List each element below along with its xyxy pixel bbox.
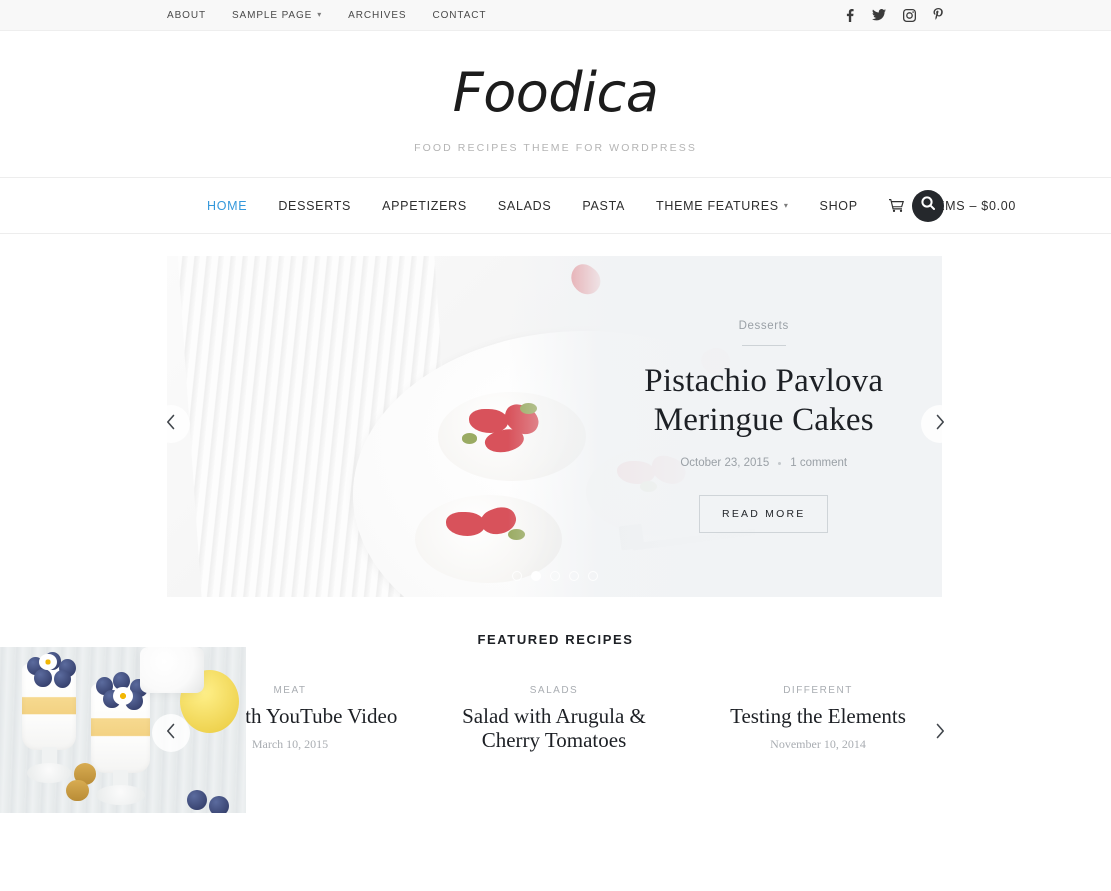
- topnav-item-sample-page[interactable]: SAMPLE PAGE ▾: [232, 10, 322, 21]
- recipe-title[interactable]: Salad with Arugula & Cherry Tomatoes: [431, 704, 677, 752]
- recipe-card[interactable]: SALADS Salad with Arugula & Cherry Tomat…: [0, 647, 677, 813]
- main-nav-list: HOME DESSERTS APPETIZERS SALADS PASTA TH…: [167, 199, 1016, 213]
- top-bar: ABOUT SAMPLE PAGE ▾ ARCHIVES CONTACT: [0, 0, 1111, 31]
- topnav-item-about[interactable]: ABOUT: [167, 10, 206, 21]
- instagram-icon[interactable]: [903, 8, 916, 22]
- recipe-category[interactable]: SALADS: [431, 685, 677, 696]
- chevron-down-icon: ▾: [783, 200, 789, 210]
- divider: [741, 344, 786, 346]
- site-tagline: FOOD RECIPES THEME FOR WORDPRESS: [414, 142, 697, 154]
- search-button[interactable]: [912, 189, 944, 222]
- nav-item-shop[interactable]: SHOP: [820, 199, 858, 213]
- chevron-down-icon: ▾: [317, 10, 323, 19]
- nav-label: THEME FEATURES: [656, 198, 779, 213]
- top-navigation: ABOUT SAMPLE PAGE ▾ ARCHIVES CONTACT: [167, 10, 486, 21]
- nav-label: SHOP: [819, 198, 858, 213]
- featured-recipes-heading: FEATURED RECIPES: [477, 632, 634, 647]
- slider-dot-4[interactable]: [568, 571, 579, 581]
- slider-dot-3[interactable]: [549, 571, 560, 581]
- nav-label: DESSERTS: [278, 198, 352, 213]
- recipe-image-testing-the-elements[interactable]: [0, 647, 246, 813]
- topnav-item-contact[interactable]: CONTACT: [433, 10, 487, 21]
- hero-slide: Desserts Pistachio Pavlova Meringue Cake…: [167, 256, 942, 597]
- nav-item-salads[interactable]: SALADS: [498, 199, 552, 213]
- nav-label: SALADS: [497, 198, 552, 213]
- read-more-button[interactable]: READ MORE: [699, 495, 829, 534]
- nav-item-appetizers[interactable]: APPETIZERS: [382, 199, 467, 213]
- nav-item-desserts[interactable]: DESSERTS: [278, 199, 351, 213]
- nav-item-pasta[interactable]: PASTA: [582, 199, 625, 213]
- recipe-date: November 10, 2014: [770, 737, 866, 752]
- site-branding: Foodica FOOD RECIPES THEME FOR WORDPRESS: [0, 31, 1111, 177]
- chevron-right-icon: [935, 723, 945, 744]
- slider-dot-2[interactable]: [530, 571, 541, 581]
- slider-dot-5[interactable]: [587, 571, 598, 581]
- recipe-title[interactable]: Testing the Elements: [695, 704, 941, 728]
- cart-link[interactable]: 0 ITEMS – $0.00: [888, 199, 1016, 213]
- featured-next-button[interactable]: [921, 714, 959, 752]
- slider-dot-1[interactable]: [511, 571, 522, 581]
- topnav-label: ARCHIVES: [348, 9, 407, 21]
- twitter-icon[interactable]: [872, 9, 886, 21]
- social-links: [844, 8, 944, 22]
- featured-prev-button[interactable]: [152, 714, 190, 752]
- hero-comment-count[interactable]: 1 comment: [790, 457, 847, 469]
- recipe-card[interactable]: DIFFERENT Testing the Elements November …: [0, 647, 941, 813]
- recipe-category[interactable]: DIFFERENT: [695, 685, 941, 696]
- hero-next-button[interactable]: [921, 405, 959, 443]
- meta-separator-dot: [778, 461, 782, 465]
- nav-label: HOME: [207, 198, 248, 213]
- site-logo[interactable]: Foodica: [453, 66, 659, 120]
- hero-meta: October 23, 2015 1 comment: [680, 457, 847, 469]
- chevron-left-icon: [166, 414, 176, 435]
- nav-label: APPETIZERS: [382, 198, 467, 213]
- search-icon: [921, 196, 935, 215]
- topnav-label: SAMPLE PAGE: [231, 9, 313, 21]
- main-navigation: HOME DESSERTS APPETIZERS SALADS PASTA TH…: [0, 177, 1111, 234]
- nav-item-theme-features[interactable]: THEME FEATURES ▾: [656, 199, 789, 213]
- nav-item-home[interactable]: HOME: [207, 199, 247, 213]
- nav-label: PASTA: [582, 198, 626, 213]
- topnav-label: ABOUT: [167, 9, 206, 21]
- hero-title[interactable]: Pistachio Pavlova Meringue Cakes: [596, 362, 933, 440]
- hero-caption: Desserts Pistachio Pavlova Meringue Cake…: [586, 256, 943, 597]
- topnav-label: CONTACT: [432, 9, 487, 21]
- hero-date: October 23, 2015: [680, 457, 770, 470]
- hero-prev-button[interactable]: [152, 405, 190, 443]
- shopping-cart-icon: [888, 199, 904, 212]
- slider-pagination: [167, 571, 942, 581]
- hero-category[interactable]: Desserts: [739, 320, 789, 332]
- facebook-icon[interactable]: [844, 8, 855, 22]
- chevron-right-icon: [935, 414, 945, 435]
- topnav-item-archives[interactable]: ARCHIVES: [348, 10, 406, 21]
- chevron-left-icon: [166, 723, 176, 744]
- pinterest-icon[interactable]: [933, 8, 944, 22]
